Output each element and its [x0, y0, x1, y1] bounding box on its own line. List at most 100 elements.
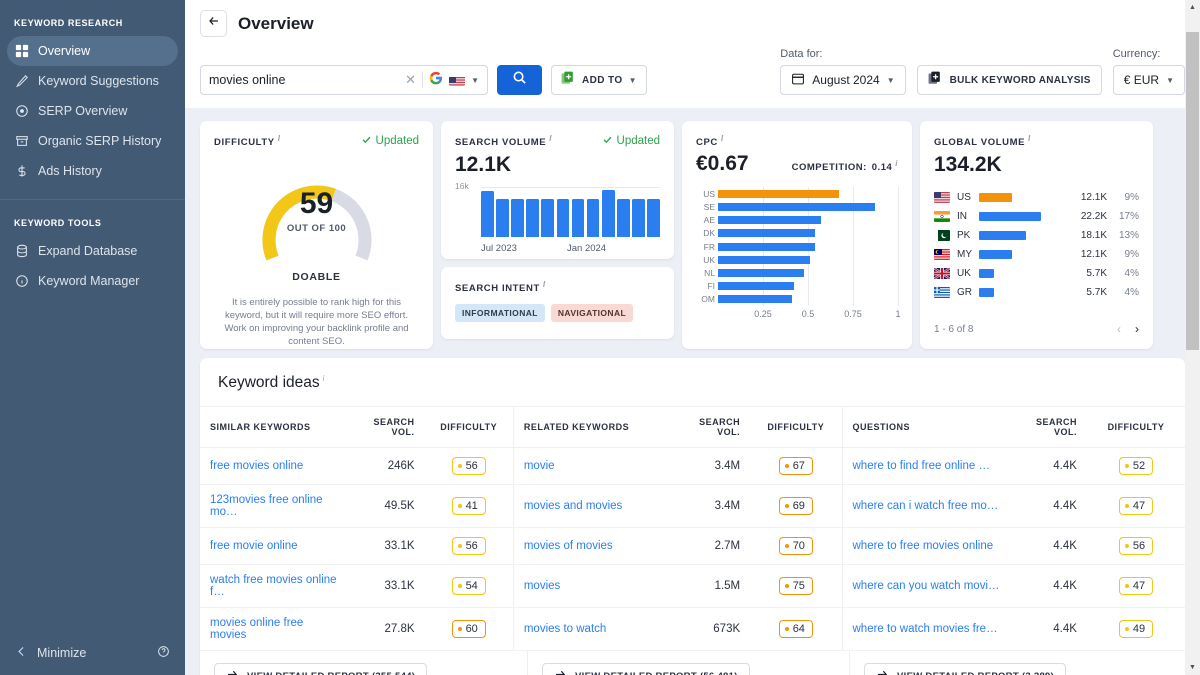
info-icon[interactable]: i — [549, 134, 552, 143]
sidebar-item-serp-overview[interactable]: SERP Overview — [7, 96, 178, 126]
global-volume-row[interactable]: IN22.2K17% — [934, 207, 1139, 226]
chevron-left-icon[interactable]: ‹ — [1117, 322, 1121, 336]
info-icon[interactable]: i — [721, 134, 724, 143]
cpc-row-UK[interactable]: UK — [696, 253, 898, 266]
search-input[interactable] — [209, 73, 399, 87]
cpc-country-label: FI — [696, 281, 715, 291]
bar-Mar 2024[interactable] — [602, 190, 615, 238]
global-volume-row[interactable]: MY12.1K9% — [934, 245, 1139, 264]
keyword-link[interactable]: where to find free online … — [853, 460, 990, 472]
view-detailed-report-button-1[interactable]: VIEW DETAILED REPORT (355,544) — [214, 663, 427, 675]
col-difficulty-1[interactable]: DIFFICULTY — [425, 407, 514, 448]
keyword-link[interactable]: where to watch movies fre… — [853, 623, 998, 635]
sidebar-item-ads-history[interactable]: Ads History — [7, 156, 178, 186]
cpc-row-NL[interactable]: NL — [696, 266, 898, 279]
volume-bar-cell — [979, 288, 1041, 297]
cpc-country-label: US — [696, 189, 715, 199]
difficulty-dot — [785, 627, 789, 631]
info-icon[interactable]: i — [543, 280, 546, 289]
global-volume-row[interactable]: US12.1K9% — [934, 188, 1139, 207]
keyword-link[interactable]: free movie online — [210, 540, 298, 552]
global-volume-row[interactable]: GR5.7K4% — [934, 283, 1139, 302]
cpc-row-OM[interactable]: OM — [696, 293, 898, 306]
col-search-vol-1[interactable]: SEARCH VOL. — [351, 407, 424, 448]
keyword-link[interactable]: where to free movies online — [853, 540, 994, 552]
bar-Sep 2023[interactable] — [511, 199, 524, 237]
add-to-button[interactable]: ADD TO ▼ — [551, 65, 647, 95]
google-icon[interactable] — [429, 71, 443, 90]
global-volume-row[interactable]: UK5.7K4% — [934, 264, 1139, 283]
keyword-link[interactable]: movies to watch — [524, 623, 606, 635]
cpc-row-FI[interactable]: FI — [696, 279, 898, 292]
keyword-link[interactable]: movies and movies — [524, 500, 622, 512]
bar-Apr 2024[interactable] — [617, 199, 630, 237]
search-button[interactable] — [497, 65, 542, 95]
col-similar-keywords[interactable]: SIMILAR KEYWORDS — [200, 407, 351, 448]
keyword-link[interactable]: movies online free movies — [210, 617, 303, 641]
scroll-down-icon[interactable]: ▼ — [1185, 660, 1200, 675]
keyword-ideas-heading: Keyword ideas — [218, 374, 320, 391]
minimize-button[interactable]: Minimize — [37, 646, 86, 660]
bar-Dec 2023[interactable] — [557, 199, 570, 237]
bar-Feb 2024[interactable] — [587, 199, 600, 237]
cpc-row-US[interactable]: US — [696, 187, 898, 200]
bulk-analysis-group: BULK KEYWORD ANALYSIS — [917, 48, 1102, 95]
col-search-vol-2[interactable]: SEARCH VOL. — [677, 407, 750, 448]
scrollbar[interactable]: ▲ ▼ — [1185, 0, 1200, 675]
question-circle-icon[interactable] — [157, 645, 170, 661]
info-icon[interactable]: i — [278, 134, 281, 143]
back-button[interactable] — [200, 10, 227, 37]
view-detailed-report-button-2[interactable]: VIEW DETAILED REPORT (56,481) — [542, 663, 750, 675]
info-icon[interactable]: i — [895, 159, 898, 168]
intent-tag-informational[interactable]: INFORMATIONAL — [455, 304, 545, 322]
keyword-link[interactable]: where can i watch free mo… — [853, 500, 999, 512]
cell-difficulty: 47 — [1087, 485, 1185, 528]
chevron-right-icon[interactable]: › — [1135, 322, 1139, 336]
keyword-link[interactable]: where can you watch movi… — [853, 580, 1000, 592]
bar-Jul 2023[interactable] — [481, 191, 494, 237]
info-icon[interactable]: i — [1028, 134, 1031, 143]
col-search-vol-3[interactable]: SEARCH VOL. — [1013, 407, 1086, 448]
cpc-row-FR[interactable]: FR — [696, 240, 898, 253]
currency-select[interactable]: € EUR ▼ — [1113, 65, 1185, 95]
sidebar-item-expand-database[interactable]: Expand Database — [7, 236, 178, 266]
us-flag-icon[interactable] — [449, 75, 465, 86]
scroll-up-icon[interactable]: ▲ — [1185, 0, 1200, 15]
bar-Nov 2023[interactable] — [541, 199, 554, 237]
volume-bar — [979, 231, 1026, 240]
chevron-down-icon[interactable]: ▼ — [471, 76, 479, 85]
bar-Jun 2024[interactable] — [647, 199, 660, 237]
keyword-link[interactable]: watch free movies online f… — [210, 574, 337, 598]
date-select[interactable]: August 2024 ▼ — [780, 65, 905, 95]
cpc-row-SE[interactable]: SE — [696, 200, 898, 213]
keyword-link[interactable]: movies of movies — [524, 540, 613, 552]
keyword-link[interactable]: 123movies free online mo… — [210, 494, 323, 518]
bar-Oct 2023[interactable] — [526, 199, 539, 237]
bulk-keyword-analysis-button[interactable]: BULK KEYWORD ANALYSIS — [917, 65, 1102, 95]
col-difficulty-2[interactable]: DIFFICULTY — [750, 407, 842, 448]
close-icon[interactable]: ✕ — [405, 72, 416, 88]
sidebar-item-keyword-manager[interactable]: Keyword Manager — [7, 266, 178, 296]
view-detailed-report-button-3[interactable]: VIEW DETAILED REPORT (3,389) — [864, 663, 1066, 675]
col-related-keywords[interactable]: RELATED KEYWORDS — [513, 407, 676, 448]
sidebar-item-organic-serp-history[interactable]: Organic SERP History — [7, 126, 178, 156]
info-icon[interactable]: i — [323, 374, 325, 383]
difficulty-badge: 60 — [452, 620, 486, 638]
col-difficulty-3[interactable]: DIFFICULTY — [1087, 407, 1185, 448]
bar-May 2024[interactable] — [632, 199, 645, 237]
cpc-row-DK[interactable]: DK — [696, 227, 898, 240]
bar-Aug 2023[interactable] — [496, 199, 509, 237]
global-volume-row[interactable]: PK18.1K13% — [934, 226, 1139, 245]
intent-tag-navigational[interactable]: NAVIGATIONAL — [551, 304, 633, 322]
sidebar-item-overview[interactable]: Overview — [7, 36, 178, 66]
keyword-link[interactable]: free movies online — [210, 460, 303, 472]
cpc-bar — [718, 256, 810, 264]
keyword-link[interactable]: movies — [524, 580, 560, 592]
sidebar-item-keyword-suggestions[interactable]: Keyword Suggestions — [7, 66, 178, 96]
col-questions[interactable]: QUESTIONS — [842, 407, 1013, 448]
cpc-row-AE[interactable]: AE — [696, 214, 898, 227]
bar-Jan 2024[interactable] — [572, 199, 585, 237]
keyword-link[interactable]: movie — [524, 460, 555, 472]
scrollbar-thumb[interactable] — [1186, 32, 1199, 350]
global-volume-value: 134.2K — [934, 153, 1139, 177]
